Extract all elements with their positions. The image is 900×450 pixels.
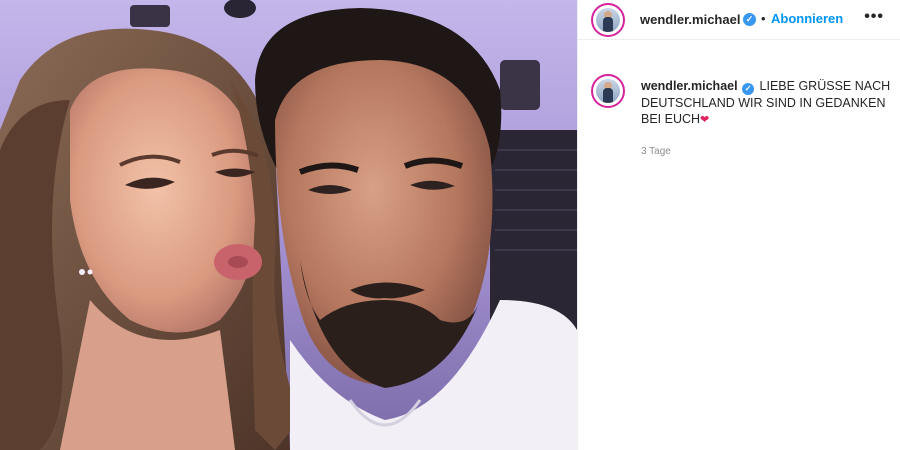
- post-photo[interactable]: [0, 0, 577, 450]
- caption-username[interactable]: wendler.michael: [641, 79, 738, 93]
- post-header: wendler.michael ✓ • Abonnieren •••: [578, 0, 900, 40]
- header-username[interactable]: wendler.michael: [640, 12, 740, 27]
- more-options-icon[interactable]: •••: [864, 8, 884, 26]
- post-side-panel: wendler.michael ✓ • Abonnieren ••• wendl…: [577, 0, 900, 450]
- follow-button[interactable]: Abonnieren: [771, 11, 843, 26]
- heart-emoji-icon: ❤: [700, 114, 710, 126]
- instagram-post: wendler.michael ✓ • Abonnieren ••• wendl…: [0, 0, 900, 450]
- photo-illustration: [0, 0, 577, 450]
- post-caption: wendler.michael ✓ LIEBE GRÜSSE NACH DEUT…: [641, 78, 891, 128]
- avatar[interactable]: [591, 3, 625, 37]
- caption-avatar[interactable]: [591, 74, 625, 108]
- header-separator: •: [761, 11, 766, 26]
- avatar-image: [596, 8, 620, 32]
- caption-verified-badge-icon: ✓: [742, 83, 755, 95]
- caption-avatar-image: [596, 79, 620, 103]
- post-timestamp[interactable]: 3 Tage: [641, 146, 671, 157]
- verified-badge-icon: ✓: [743, 13, 756, 26]
